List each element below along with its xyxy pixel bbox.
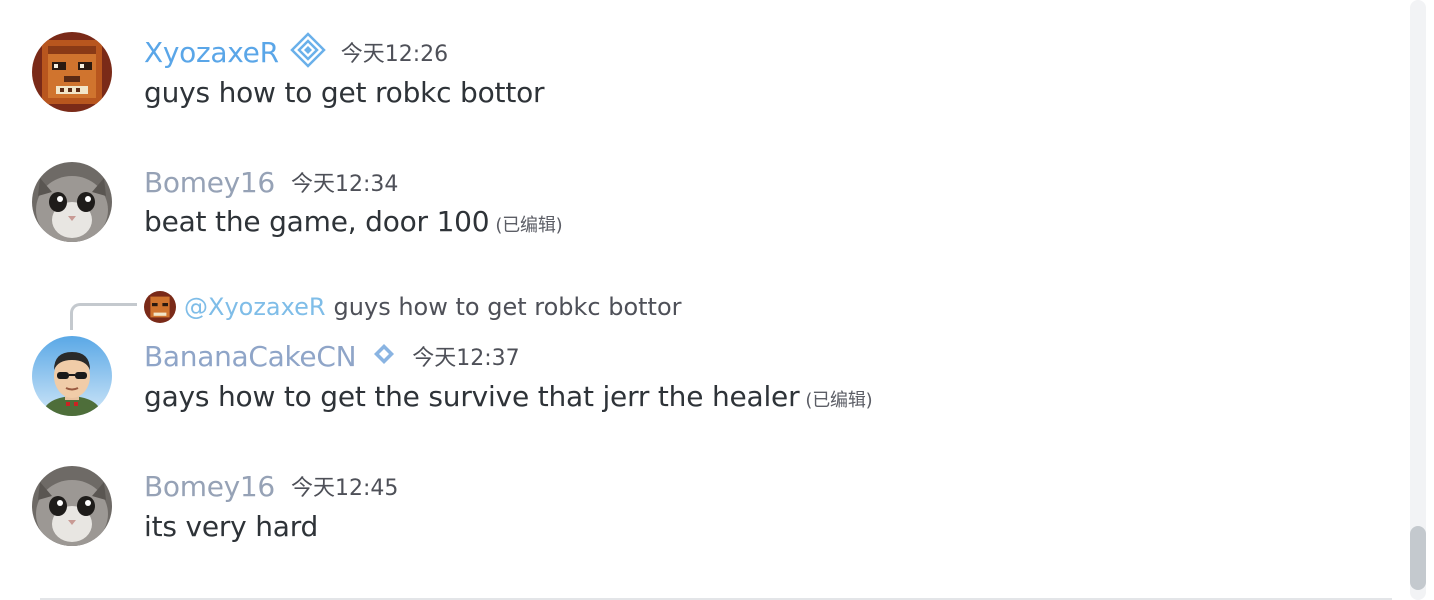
message-text: its very hard	[144, 510, 319, 543]
reply-connector	[70, 303, 137, 330]
username[interactable]: XyozaxeR	[144, 36, 279, 69]
pixel-face-avatar[interactable]	[32, 32, 112, 112]
reply-text[interactable]: guys how to get robkc bottor	[334, 293, 682, 321]
message-text: gays how to get the survive that jerr th…	[144, 380, 800, 413]
edited-label: (已编辑)	[495, 215, 563, 236]
username[interactable]: Bomey16	[144, 166, 275, 199]
scrollbar-track[interactable]	[1410, 0, 1426, 600]
reply-mention[interactable]: @XyozaxeR	[184, 293, 326, 321]
cat-avatar[interactable]	[32, 466, 112, 546]
username[interactable]: Bomey16	[144, 470, 275, 503]
small-diamond-badge-icon[interactable]	[372, 342, 396, 370]
message-content: guys how to get robkc bottor	[144, 76, 545, 109]
message-content: beat the game, door 100 (已编辑)	[144, 205, 563, 238]
diamond-badge-icon[interactable]	[289, 31, 327, 73]
cat-avatar[interactable]	[32, 162, 112, 242]
username[interactable]: BananaCakeCN	[144, 340, 357, 373]
man-sunglasses-avatar[interactable]	[32, 336, 112, 416]
message-text: guys how to get robkc bottor	[144, 76, 545, 109]
reply-avatar	[144, 291, 176, 323]
timestamp: 今天12:45	[290, 476, 399, 501]
message-content: gays how to get the survive that jerr th…	[144, 380, 873, 413]
message-text: beat the game, door 100	[144, 205, 490, 238]
edited-label: (已编辑)	[805, 390, 873, 411]
reply-preview[interactable]: @XyozaxeR guys how to get robkc bottor	[144, 290, 682, 324]
timestamp: 今天12:37	[412, 346, 520, 371]
timestamp: 今天12:34	[290, 172, 399, 197]
message-content: its very hard	[144, 510, 318, 543]
timestamp: 今天12:26	[340, 42, 449, 67]
scrollbar-thumb[interactable]	[1410, 526, 1426, 590]
